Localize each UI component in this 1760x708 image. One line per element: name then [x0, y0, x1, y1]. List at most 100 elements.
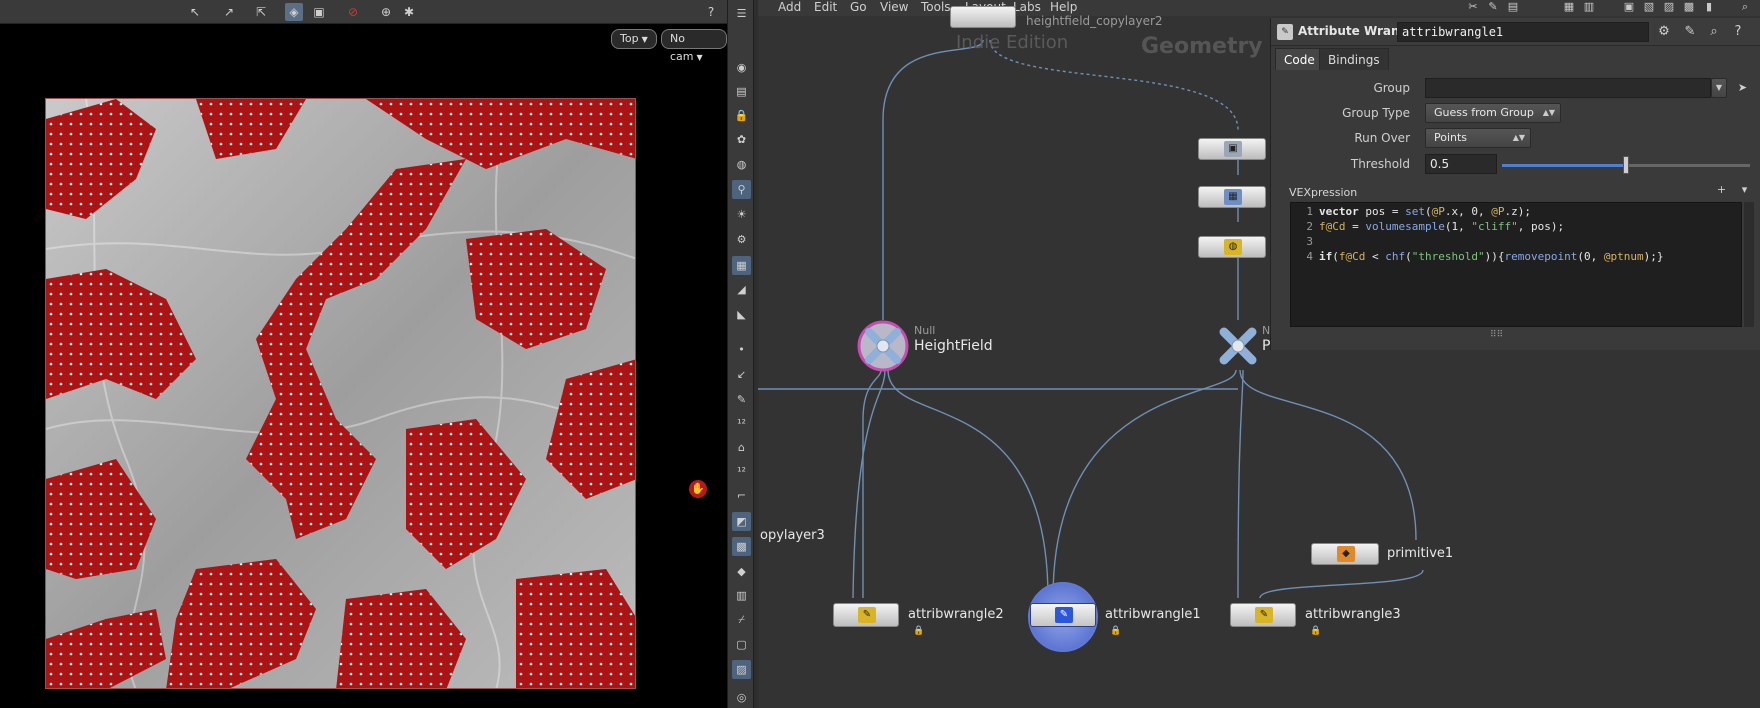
shading-icon[interactable]: ◍: [732, 155, 751, 174]
scene-icon[interactable]: ✿: [732, 130, 751, 149]
chevron-down-icon: ▼: [641, 35, 648, 44]
primitive-icon: ◆: [1337, 546, 1355, 562]
houdini-window: ↖ ↗ ⇱ ◈ ▣ ⊘ ⊕ ✱ ? Top ▼ No cam ▼ ✋ ☰ ◉ ▤…: [0, 0, 1760, 708]
resize-grip-icon[interactable]: ⠿⠿: [1490, 330, 1503, 340]
lock-icon[interactable]: 🔒: [913, 626, 924, 636]
node-attribwrangle2[interactable]: ✎ attribwrangle2 🔒: [833, 603, 1033, 636]
chevron-down-icon[interactable]: ▾: [1735, 180, 1754, 199]
brush-tool-icon[interactable]: ⌂: [732, 438, 751, 457]
point-light-icon[interactable]: ⚙: [732, 230, 751, 249]
shape-icon[interactable]: ◆: [732, 562, 751, 581]
template-icon[interactable]: ▤: [732, 82, 751, 101]
node-attribwrangle1[interactable]: ✎ attribwrangle1 🔒: [1030, 603, 1230, 636]
node-primitive1[interactable]: ◆ primitive1: [1311, 543, 1511, 567]
snapshot-icon[interactable]: ▣: [310, 3, 328, 21]
wrangle-icon: ✎: [858, 607, 876, 623]
wrangle-icon: ✎: [1055, 607, 1073, 623]
null-x-icon: [1219, 327, 1257, 365]
node-label: HeightField: [914, 338, 993, 354]
node-type-label: N: [1262, 324, 1271, 337]
scene-viewport[interactable]: ↖ ↗ ⇱ ◈ ▣ ⊘ ⊕ ✱ ? Top ▼ No cam ▼ ✋: [0, 0, 727, 708]
help-icon[interactable]: ?: [1729, 23, 1747, 41]
updown-icon: ▲▼: [1542, 108, 1555, 117]
search-icon[interactable]: ⌕: [1705, 23, 1723, 41]
prim-numbers-icon[interactable]: ¹²: [732, 462, 751, 481]
node-body: ✎: [833, 603, 899, 627]
node-points-null[interactable]: [1212, 320, 1264, 372]
group-input[interactable]: [1425, 78, 1711, 98]
node-body: ✎: [1030, 603, 1096, 627]
node-label: primitive1: [1387, 546, 1454, 561]
code-scrollbar[interactable]: [1744, 202, 1754, 327]
view-dropdown[interactable]: Top ▼: [611, 29, 657, 49]
view-dropdown-label: Top: [620, 32, 639, 45]
node-label: attribwrangle1: [1105, 607, 1201, 622]
display-options-icon[interactable]: ✱: [400, 3, 418, 21]
handle-tool-icon[interactable]: ⇱: [252, 3, 270, 21]
node-body: ✎: [1230, 603, 1296, 627]
threshold-slider-handle[interactable]: [1623, 156, 1629, 174]
background-image-icon[interactable]: ▨: [732, 660, 751, 679]
view-hand-icon[interactable]: ✋: [689, 480, 707, 498]
line-number: 2: [1306, 220, 1313, 233]
brush-icon[interactable]: ✎: [1681, 23, 1699, 41]
gear-icon[interactable]: ⚙: [1655, 23, 1673, 41]
node-body: ◍: [1198, 236, 1266, 258]
node-heightfield-copylayer2[interactable]: heightfield_copylayer2: [950, 6, 1210, 30]
threshold-slider-fill: [1502, 164, 1626, 167]
wireframe-icon[interactable]: ◣: [732, 305, 751, 324]
line-number: 1: [1306, 205, 1313, 218]
point-numbers-icon[interactable]: ¹²: [732, 414, 751, 433]
grid-icon[interactable]: ▩: [732, 537, 751, 556]
select-arrow-icon[interactable]: ➤: [1733, 78, 1752, 97]
node-heightfield-null[interactable]: [857, 320, 909, 372]
node-label-copylayer3[interactable]: opylayer3: [760, 528, 825, 543]
updown-icon: ▲▼: [1512, 133, 1525, 142]
ghost-icon[interactable]: ◢: [732, 280, 751, 299]
corner-icon[interactable]: ⌐: [732, 486, 751, 505]
visibility-icon[interactable]: ◉: [732, 58, 751, 77]
help-icon[interactable]: ?: [702, 3, 720, 21]
display-icon[interactable]: ▦: [732, 256, 751, 275]
record-icon[interactable]: ⊘: [344, 3, 362, 21]
threshold-slider[interactable]: [1502, 156, 1750, 174]
eye-icon[interactable]: ◎: [732, 688, 751, 707]
tab-bindings[interactable]: Bindings: [1319, 48, 1389, 70]
node-attribwrangle3[interactable]: ✎ attribwrangle3 🔒: [1230, 603, 1430, 636]
line-number: 4: [1306, 250, 1313, 263]
lock-icon[interactable]: 🔒: [1310, 626, 1321, 636]
snap-options-icon[interactable]: ☰: [732, 4, 751, 23]
group-dropdown[interactable]: ▼: [1711, 78, 1727, 98]
normals-icon[interactable]: ↙: [732, 365, 751, 384]
point-icon[interactable]: •: [732, 340, 751, 359]
node-label: attribwrangle2: [908, 607, 1004, 622]
lock-icon[interactable]: 🔒: [1110, 626, 1121, 636]
camera-icon[interactable]: ⊕: [377, 3, 395, 21]
wire-shaded-icon[interactable]: ◩: [732, 512, 751, 531]
run-over-menu[interactable]: Points ▲▼: [1425, 128, 1531, 148]
texture-icon[interactable]: ▥: [732, 586, 751, 605]
null-x-icon: [857, 320, 909, 372]
code-line: 2 f@Cd = volumesample(1, "cliff", pos);: [1291, 220, 1741, 235]
camera-dropdown[interactable]: No cam ▼: [661, 29, 727, 63]
box-icon[interactable]: ▢: [732, 635, 751, 654]
node-body: [950, 6, 1016, 28]
add-spare-parm-icon[interactable]: +: [1712, 180, 1731, 199]
node-label: attribwrangle3: [1305, 607, 1401, 622]
node-name-field[interactable]: attribwrangle1: [1397, 22, 1649, 42]
group-type-menu[interactable]: Guess from Group ▲▼: [1425, 103, 1561, 123]
threshold-input[interactable]: 0.5: [1425, 154, 1497, 174]
lock-icon[interactable]: 🔒: [732, 106, 751, 125]
transform-tool-icon[interactable]: ↗: [220, 3, 238, 21]
headlight-icon[interactable]: ☀: [732, 205, 751, 224]
view-tool-icon[interactable]: ◈: [285, 3, 303, 21]
line-number: 3: [1306, 235, 1313, 248]
threshold-label: Threshold: [1350, 157, 1410, 171]
light-bulb-icon[interactable]: ⚲: [732, 180, 751, 199]
brush-icon[interactable]: ✎: [732, 390, 751, 409]
node-body: ▣: [1198, 138, 1266, 160]
vex-code-editor[interactable]: 1 vector pos = set(@P.x, 0, @P.z); 2 f@Cd …: [1290, 202, 1742, 327]
tab-code[interactable]: Code: [1275, 48, 1324, 70]
select-tool-icon[interactable]: ↖: [186, 3, 204, 21]
tangent-icon[interactable]: ⌿: [732, 610, 751, 629]
